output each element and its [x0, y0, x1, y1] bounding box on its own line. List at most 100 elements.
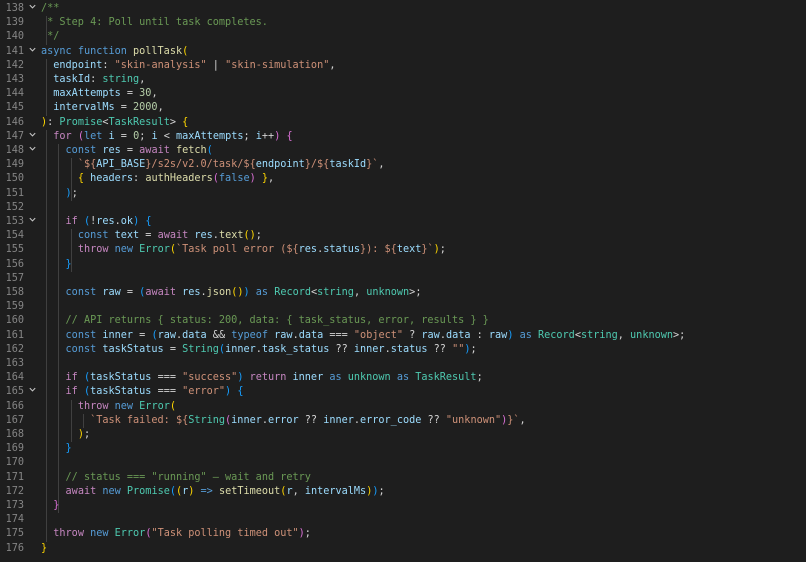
code-line[interactable]: 176} — [0, 542, 806, 556]
line-number: 151 — [5, 187, 24, 199]
code-text: ): Promise<TaskResult> { — [41, 116, 188, 130]
code-token: ; — [679, 329, 686, 341]
code-text: `Task failed: ${String(inner.error ?? in… — [41, 414, 526, 428]
line-number: 171 — [5, 471, 24, 483]
code-line[interactable]: 142 endpoint: "skin-analysis" | "skin-si… — [0, 59, 806, 73]
code-line[interactable]: 148 const res = await fetch( — [0, 144, 806, 158]
code-token: inner — [292, 372, 324, 384]
code-line[interactable]: 163 — [0, 357, 806, 371]
code-line[interactable]: 153 if (!res.ok) { — [0, 215, 806, 229]
line-number: 173 — [5, 500, 24, 511]
code-token: , — [617, 329, 631, 341]
code-line[interactable]: 150 { headers: authHeaders(false) }, — [0, 172, 806, 186]
code-line[interactable]: 146): Promise<TaskResult> { — [0, 116, 806, 130]
code-line[interactable]: 160 // API returns { status: 200, data: … — [0, 314, 806, 328]
line-number: 172 — [5, 485, 24, 497]
code-line[interactable]: 147 for (let i = 0; i < maxAttempts; i++… — [0, 130, 806, 144]
code-line[interactable]: 143 taskId: string, — [0, 73, 806, 87]
chevron-down-icon[interactable] — [28, 385, 38, 399]
code-line[interactable]: 164 if (taskStatus === "success") return… — [0, 371, 806, 385]
code-line[interactable]: 155 throw new Error(`Task poll error (${… — [0, 243, 806, 257]
code-line[interactable]: 171 // status === "running" — wait and r… — [0, 471, 806, 485]
code-line[interactable]: 162 const taskStatus = String(inner.task… — [0, 343, 806, 357]
code-token: = — [139, 230, 158, 242]
code-token: */ — [41, 31, 60, 43]
code-line[interactable]: 172 await new Promise((r) => setTimeout(… — [0, 485, 806, 499]
code-line[interactable]: 140 */ — [0, 30, 806, 44]
code-line[interactable]: 156 } — [0, 258, 806, 272]
code-token: Record — [538, 329, 575, 341]
line-number: 169 — [5, 443, 24, 455]
line-number: 143 — [5, 74, 24, 85]
line-number: 175 — [5, 528, 24, 540]
chevron-down-icon[interactable] — [28, 45, 38, 59]
code-line[interactable]: 152 — [0, 201, 806, 215]
code-line[interactable]: 167 `Task failed: ${String(inner.error ?… — [0, 414, 806, 428]
code-line[interactable]: 165 if (taskStatus === "error") { — [0, 385, 806, 399]
line-number: 141 — [5, 45, 24, 57]
code-line[interactable]: 169 } — [0, 442, 806, 456]
code-token: , — [378, 159, 385, 171]
code-line[interactable]: 166 throw new Error( — [0, 400, 806, 414]
code-token: raw — [421, 329, 440, 341]
code-token: ( — [182, 45, 189, 57]
line-number: 163 — [5, 358, 24, 369]
code-token: // API returns { status: 200, data: { ta… — [65, 315, 489, 327]
code-text: } — [41, 442, 72, 456]
code-line[interactable]: 139 * Step 4: Poll until task completes. — [0, 16, 806, 30]
code-line[interactable]: 149 `${API_BASE}/s2s/v2.0/task/${endpoin… — [0, 158, 806, 172]
code-token: "unknown" — [445, 414, 502, 426]
line-number: 174 — [5, 514, 24, 526]
code-token: unknown — [630, 329, 673, 341]
chevron-down-icon[interactable] — [28, 2, 38, 16]
code-token: // status === "running" — wait and retry — [65, 471, 311, 483]
code-token: ?? — [298, 414, 324, 426]
code-line[interactable]: 154 const text = await res.text(); — [0, 229, 806, 243]
code-line[interactable]: 145 intervalMs = 2000, — [0, 101, 806, 115]
code-line[interactable]: 161 const inner = (raw.data && typeof ra… — [0, 329, 806, 343]
code-token: API_BASE — [96, 159, 146, 171]
code-token: ) — [225, 386, 238, 398]
code-line[interactable]: 144 maxAttempts = 30, — [0, 87, 806, 101]
code-line[interactable]: 173 } — [0, 499, 806, 513]
code-token: res — [182, 287, 201, 298]
code-token: () — [243, 230, 256, 242]
code-token: as — [513, 329, 538, 341]
chevron-down-icon[interactable] — [28, 130, 38, 144]
code-token: ; — [470, 343, 477, 355]
code-token: "error" — [182, 386, 226, 398]
code-line[interactable]: 168 ); — [0, 428, 806, 442]
code-token: text — [396, 244, 422, 256]
code-line[interactable]: 141 async function pollTask( — [0, 45, 806, 59]
code-token: await — [157, 230, 195, 242]
code-token: ( — [206, 145, 213, 156]
code-token: ; — [83, 429, 91, 440]
code-token: string — [102, 74, 140, 85]
code-line[interactable]: 159 — [0, 300, 806, 314]
code-line[interactable]: 157 — [0, 272, 806, 286]
line-number: 148 — [5, 145, 24, 156]
line-number: 157 — [5, 272, 24, 284]
code-editor[interactable]: 138 /** 139 * Step 4: Poll until task comp… — [0, 0, 806, 562]
code-line[interactable]: 175 throw new Error("Task polling timed … — [0, 527, 806, 541]
code-token: : — [470, 329, 489, 341]
code-token: , — [157, 102, 164, 114]
code-line[interactable]: 138 /** — [0, 2, 806, 16]
chevron-down-icon[interactable] — [28, 144, 38, 158]
code-token: return — [243, 372, 293, 384]
code-token: inner — [225, 343, 256, 355]
line-number: 140 — [5, 31, 24, 43]
code-line[interactable]: 158 const raw = (await res.json()) as Re… — [0, 286, 806, 300]
code-text: ); — [41, 428, 90, 442]
code-token: endpoint — [53, 59, 103, 71]
chevron-down-icon[interactable] — [28, 215, 38, 229]
code-line[interactable]: 170 — [0, 456, 806, 470]
code-token: inner — [353, 343, 385, 355]
code-text: * Step 4: Poll until task completes. — [41, 16, 268, 30]
code-line[interactable]: 174 — [0, 513, 806, 527]
code-token: const — [65, 343, 103, 355]
code-line[interactable]: 151 ); — [0, 187, 806, 201]
code-text: for (let i = 0; i < maxAttempts; i++) { — [41, 130, 292, 144]
